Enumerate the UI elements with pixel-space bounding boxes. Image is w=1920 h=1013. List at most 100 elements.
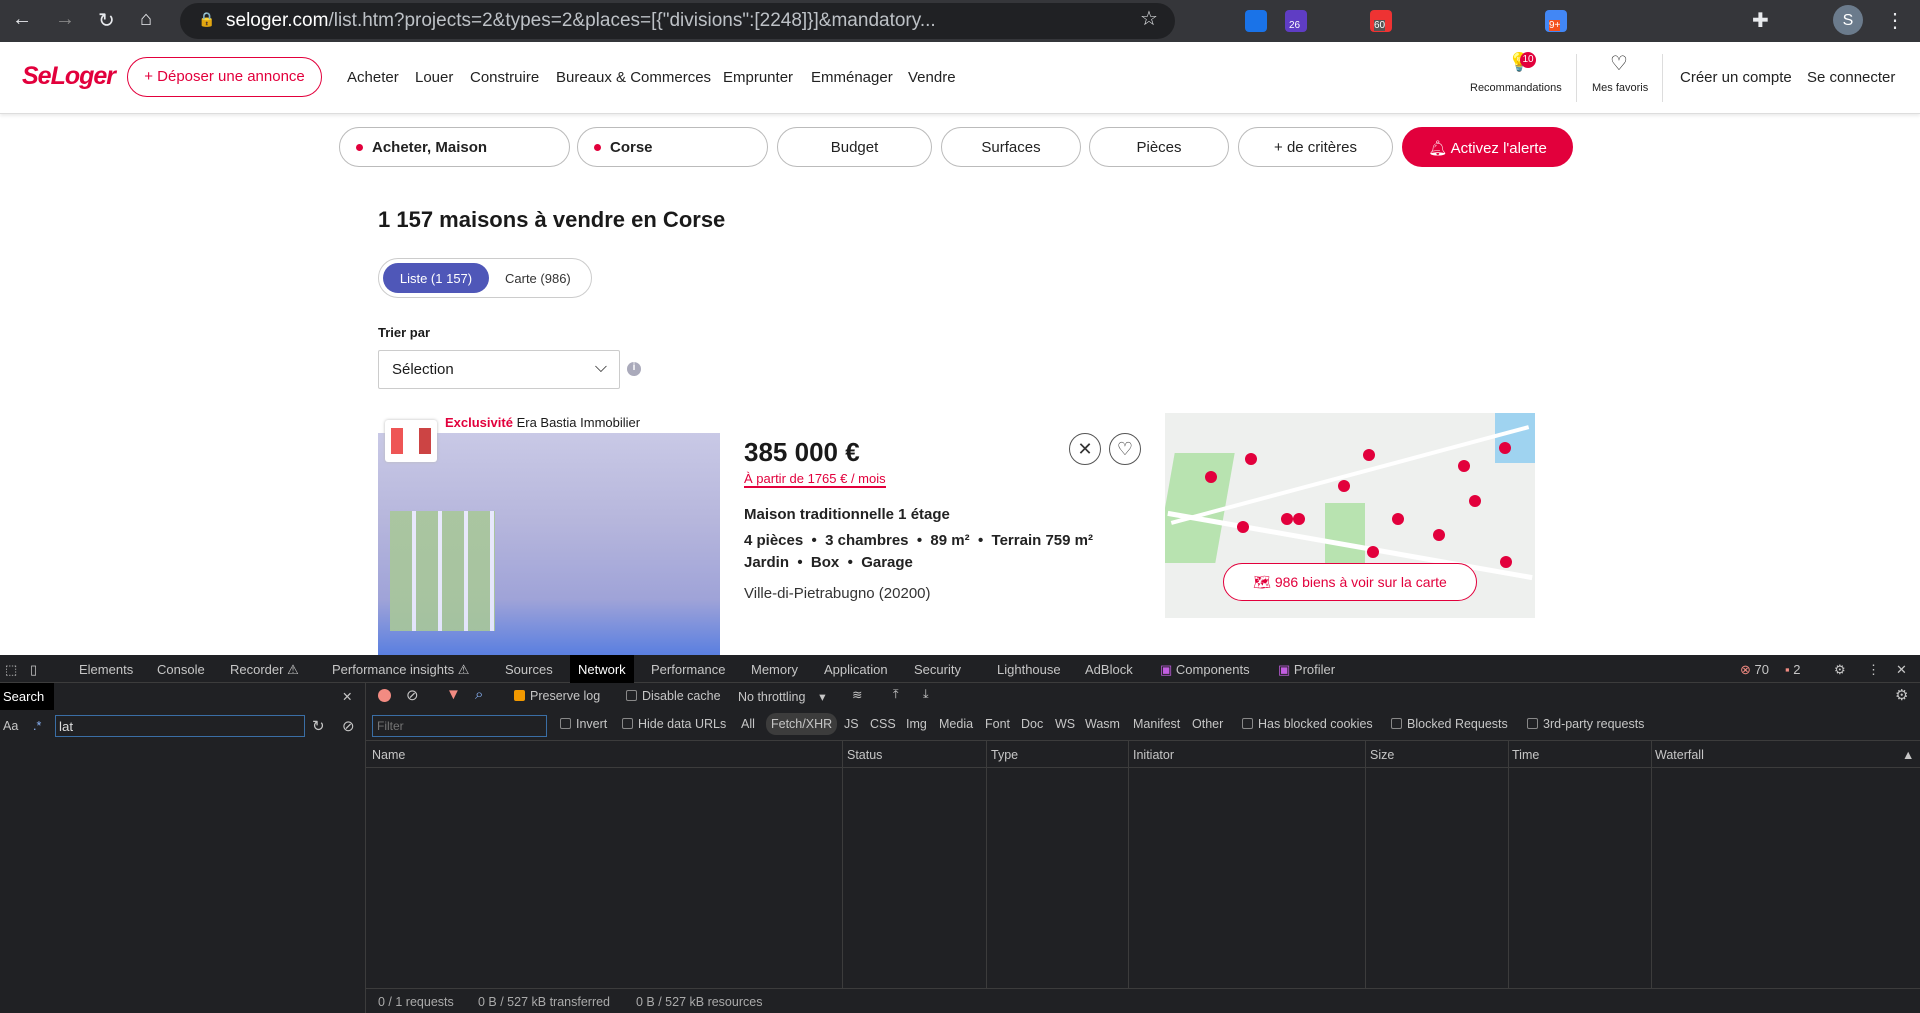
filter-funnel-icon[interactable]: ▼ <box>446 686 461 703</box>
activate-alert-button[interactable]: 🔔︎ Activez l'alerte <box>1402 127 1573 167</box>
refresh-search-icon[interactable]: ↻ <box>312 717 325 735</box>
match-case-toggle[interactable]: Aa <box>3 719 18 733</box>
extension-icon[interactable]: 60 <box>1370 10 1392 32</box>
back-icon[interactable]: ← <box>12 8 32 31</box>
filter-project[interactable]: Acheter, Maison <box>339 127 570 167</box>
profile-avatar[interactable]: S <box>1833 5 1863 35</box>
search-input[interactable] <box>55 715 305 737</box>
map-pin[interactable] <box>1205 471 1217 483</box>
map-preview[interactable]: 🗺︎ 986 biens à voir sur la carte <box>1165 413 1535 618</box>
listing-title[interactable]: Maison traditionnelle 1 étage <box>744 506 950 523</box>
map-view-tab[interactable]: Carte (986) <box>505 271 571 286</box>
invert-checkbox[interactable]: Invert <box>560 717 607 731</box>
regex-toggle[interactable]: .* <box>33 719 41 733</box>
recommendations-link[interactable]: 💡 10 Recommandations <box>1468 42 1568 114</box>
address-bar[interactable]: 🔒 seloger.com/list.htm?projects=2&types=2… <box>180 3 1175 39</box>
tab-performance[interactable]: Performance <box>651 662 725 677</box>
hide-listing-button[interactable]: ✕ <box>1069 433 1101 465</box>
tab-sources[interactable]: Sources <box>505 662 553 677</box>
throttling-select[interactable]: No throttling ▾ <box>738 689 826 704</box>
sort-select[interactable]: Sélection ⌵ <box>378 350 620 389</box>
column-name[interactable]: Name <box>372 748 405 762</box>
device-toolbar-icon[interactable]: ▯ <box>30 662 37 678</box>
map-pin[interactable] <box>1500 556 1512 568</box>
filter-rooms[interactable]: Pièces <box>1089 127 1229 167</box>
tab-elements[interactable]: Elements <box>79 662 133 677</box>
column-time[interactable]: Time <box>1512 748 1539 762</box>
nav-vendre[interactable]: Vendre <box>908 69 956 86</box>
extensions-puzzle-icon[interactable]: ✚ <box>1752 8 1769 33</box>
tab-security[interactable]: Security <box>914 662 961 677</box>
search-icon[interactable]: ⌕ <box>475 686 483 703</box>
column-status[interactable]: Status <box>847 748 882 762</box>
map-pin[interactable] <box>1245 453 1257 465</box>
map-pin[interactable] <box>1338 480 1350 492</box>
record-button[interactable] <box>378 689 391 702</box>
info-icon[interactable]: i <box>627 362 641 376</box>
tab-performance-insights[interactable]: Performance insights ⚠ <box>332 662 469 678</box>
menu-kebab-icon[interactable]: ⋮ <box>1885 8 1905 33</box>
post-ad-button[interactable]: + Déposer une annonce <box>127 57 322 97</box>
type-img[interactable]: Img <box>906 717 927 731</box>
map-pin[interactable] <box>1367 546 1379 558</box>
close-devtools-icon[interactable]: ✕ <box>1896 662 1907 678</box>
settings-gear-icon[interactable]: ⚙ <box>1834 662 1846 678</box>
clear-log-icon[interactable]: ⊘ <box>406 686 419 704</box>
create-account-link[interactable]: Créer un compte <box>1680 69 1792 86</box>
tab-console[interactable]: Console <box>157 662 205 677</box>
filter-budget[interactable]: Budget <box>777 127 932 167</box>
map-pin[interactable] <box>1281 513 1293 525</box>
map-pin[interactable] <box>1469 495 1481 507</box>
listing-photo[interactable] <box>378 433 720 655</box>
nav-acheter[interactable]: Acheter <box>347 69 399 86</box>
preserve-log-checkbox[interactable]: Preserve log <box>514 689 600 703</box>
filter-place[interactable]: Corse <box>577 127 768 167</box>
extension-icon[interactable]: 9+ <box>1545 10 1567 32</box>
type-css[interactable]: CSS <box>870 717 896 731</box>
map-pin[interactable] <box>1363 449 1375 461</box>
type-ws[interactable]: WS <box>1055 717 1075 731</box>
error-count[interactable]: ⊗ 70 <box>1740 662 1769 678</box>
tab-adblock[interactable]: AdBlock <box>1085 662 1133 677</box>
tab-memory[interactable]: Memory <box>751 662 798 677</box>
third-party-checkbox[interactable]: 3rd-party requests <box>1527 717 1644 731</box>
favorites-link[interactable]: ♡ Mes favoris <box>1590 42 1652 114</box>
nav-louer[interactable]: Louer <box>415 69 453 86</box>
type-media[interactable]: Media <box>939 717 973 731</box>
hide-data-urls-checkbox[interactable]: Hide data URLs <box>622 717 726 731</box>
devtools-menu-icon[interactable]: ⋮ <box>1867 662 1880 678</box>
tab-network[interactable]: Network <box>570 655 634 683</box>
home-icon[interactable]: ⌂ <box>140 8 152 31</box>
tab-components[interactable]: ▣ Components <box>1160 662 1250 678</box>
type-manifest[interactable]: Manifest <box>1133 717 1180 731</box>
type-all[interactable]: All <box>741 717 755 731</box>
extension-icon[interactable] <box>1245 10 1267 32</box>
monthly-payment-link[interactable]: À partir de 1765 € / mois <box>744 471 886 488</box>
map-pin[interactable] <box>1237 521 1249 533</box>
type-other[interactable]: Other <box>1192 717 1223 731</box>
forward-icon[interactable]: → <box>55 8 75 31</box>
reload-icon[interactable]: ↻ <box>98 8 115 33</box>
list-view-tab[interactable]: Liste (1 157) <box>383 263 489 293</box>
filter-input[interactable] <box>372 715 547 737</box>
favorite-listing-button[interactable]: ♡ <box>1109 433 1141 465</box>
tab-recorder[interactable]: Recorder ⚠ <box>230 662 299 678</box>
bookmark-star-icon[interactable]: ☆ <box>1140 6 1158 31</box>
view-on-map-button[interactable]: 🗺︎ 986 biens à voir sur la carte <box>1223 563 1477 601</box>
column-initiator[interactable]: Initiator <box>1133 748 1174 762</box>
inspect-element-icon[interactable]: ⬚ <box>5 662 17 678</box>
map-pin[interactable] <box>1433 529 1445 541</box>
blocked-cookies-checkbox[interactable]: Has blocked cookies <box>1242 717 1373 731</box>
type-font[interactable]: Font <box>985 717 1010 731</box>
login-link[interactable]: Se connecter <box>1807 69 1895 86</box>
nav-construire[interactable]: Construire <box>470 69 539 86</box>
blocked-requests-checkbox[interactable]: Blocked Requests <box>1391 717 1508 731</box>
type-fetch-xhr[interactable]: Fetch/XHR <box>766 713 838 735</box>
nav-emmenager[interactable]: Emménager <box>811 69 893 86</box>
import-har-icon[interactable]: ⤒ <box>893 687 899 702</box>
map-pin[interactable] <box>1458 460 1470 472</box>
extension-icon[interactable]: 26 <box>1285 10 1307 32</box>
network-settings-gear-icon[interactable]: ⚙ <box>1895 686 1908 704</box>
column-size[interactable]: Size <box>1370 748 1394 762</box>
issue-count[interactable]: ▪ 2 <box>1785 662 1800 677</box>
